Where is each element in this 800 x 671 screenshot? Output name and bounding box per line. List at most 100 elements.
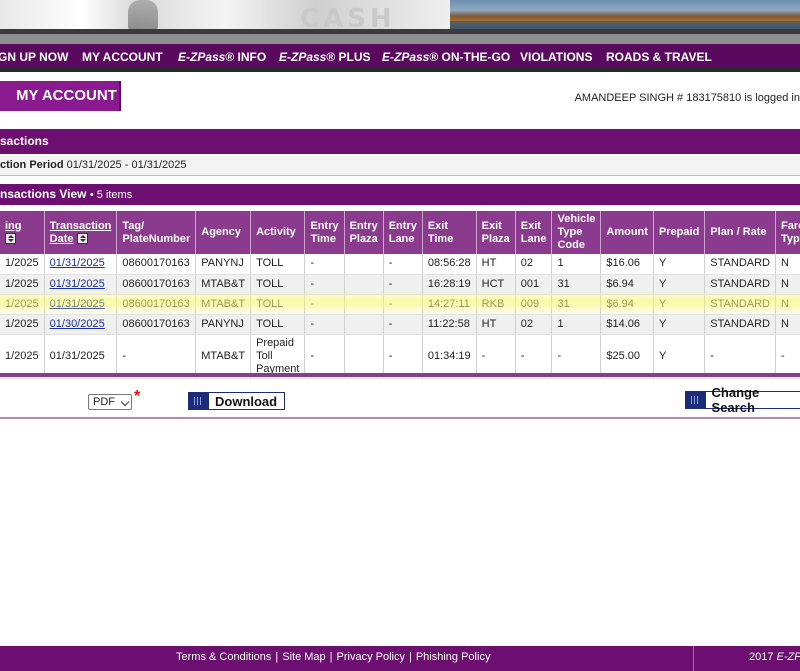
transactions-view-header: nsactions View • 5 items <box>0 184 800 205</box>
cell: TOLL <box>250 254 306 275</box>
cell: Prepaid Toll Payment <box>250 334 306 379</box>
transaction-period: ction Period 01/31/2025 - 01/31/2025 <box>0 156 800 176</box>
cell: STANDARD <box>704 274 776 295</box>
col-entry-lane: Entry Lane <box>383 211 423 254</box>
item-count: • 5 items <box>89 189 133 201</box>
table-row: 1/2025 01/31/2025 - MTAB&T Prepaid Toll … <box>0 334 800 379</box>
format-select[interactable]: PDF <box>88 394 132 410</box>
transaction-date-link[interactable]: 01/31/2025 <box>50 278 105 290</box>
cell: 08:56:28 <box>422 254 477 275</box>
cell: PANYNJ <box>195 314 252 335</box>
cell: N <box>775 294 800 315</box>
cell: - <box>383 294 423 315</box>
nav-ezpass-info[interactable]: E-ZPass® INFO <box>178 50 266 64</box>
cell: 01/31/2025 <box>44 334 118 379</box>
cell: TOLL <box>250 294 306 315</box>
table-row: 1/2025 01/30/2025 08600170163 PANYNJ TOL… <box>0 314 800 335</box>
cell: 02 <box>515 254 553 275</box>
cell: - <box>704 334 776 379</box>
cell: - <box>383 334 423 379</box>
nav-underline <box>0 68 800 72</box>
cell: 14:27:11 <box>422 294 477 315</box>
cell: 31 <box>551 274 602 295</box>
cell: 1/2025 <box>0 294 45 315</box>
cell: 001 <box>515 274 553 295</box>
cell: 08600170163 <box>116 294 197 315</box>
cell: 31 <box>551 294 602 315</box>
cell: STANDARD <box>704 314 776 335</box>
col-fare-type: Fare Type <box>775 211 800 254</box>
cell: - <box>383 254 423 275</box>
footer-link-sitemap[interactable]: Site Map <box>282 651 325 663</box>
cell: $6.94 <box>600 274 654 295</box>
cell: - <box>304 294 345 315</box>
table-row: 1/2025 01/31/2025 08600170163 MTAB&T TOL… <box>0 294 800 315</box>
transaction-date-link[interactable]: 01/31/2025 <box>50 298 105 310</box>
download-button[interactable]: Download <box>188 392 285 410</box>
nav-violations[interactable]: VIOLATIONS <box>520 50 592 64</box>
cell: 01/31/2025 <box>44 274 118 295</box>
table-row: 1/2025 01/31/2025 08600170163 MTAB&T TOL… <box>0 274 800 295</box>
banner-photo <box>450 0 800 29</box>
cell <box>344 294 384 315</box>
cell: $16.06 <box>600 254 654 275</box>
search-icon <box>686 392 706 408</box>
cell: 01/31/2025 <box>44 294 118 315</box>
main-nav: GN UP NOW MY ACCOUNT E-ZPass® INFO E-ZPa… <box>0 44 800 68</box>
nav-ezpass-plus[interactable]: E-ZPass® PLUS <box>279 50 371 64</box>
cell: 11:22:58 <box>422 314 477 335</box>
sort-icon[interactable] <box>76 233 88 245</box>
footer-link-privacy[interactable]: Privacy Policy <box>337 651 405 663</box>
footer-divider <box>693 646 694 671</box>
transactions-table: ing Transaction Date Tag/ PlateNumber Ag… <box>0 211 800 379</box>
cell: - <box>775 334 800 379</box>
cell: - <box>383 314 423 335</box>
cell: MTAB&T <box>195 334 252 379</box>
nav-roads-travel[interactable]: ROADS & TRAVEL <box>606 50 712 64</box>
nav-ezpass-on-the-go[interactable]: E-ZPass® ON-THE-GO <box>382 50 510 64</box>
footer-link-phishing[interactable]: Phishing Policy <box>416 651 491 663</box>
col-vehicle-type: Vehicle Type Code <box>551 211 602 254</box>
cell: 1/2025 <box>0 254 45 275</box>
col-plan-rate: Plan / Rate <box>704 211 776 254</box>
change-search-button[interactable]: Change Search <box>685 385 800 415</box>
transactions-header: sactions <box>0 129 800 154</box>
cell: - <box>551 334 602 379</box>
cell: 08600170163 <box>116 254 197 275</box>
transaction-date-link[interactable]: 01/30/2025 <box>50 318 105 330</box>
sort-icon[interactable] <box>5 233 16 245</box>
cell <box>344 314 384 335</box>
cell <box>344 274 384 295</box>
footer-link-terms[interactable]: Terms & Conditions <box>176 651 271 663</box>
col-prepaid: Prepaid <box>653 211 706 254</box>
transaction-date-link[interactable]: 01/31/2025 <box>50 257 105 269</box>
cell: TOLL <box>250 314 306 335</box>
cell: 01/30/2025 <box>44 314 118 335</box>
col-exit-plaza: Exit Plaza <box>476 211 516 254</box>
cell: 1 <box>551 254 602 275</box>
cell: RKB <box>476 294 516 315</box>
cell: Y <box>653 254 706 275</box>
period-label: ction Period <box>0 159 64 171</box>
cell: TOLL <box>250 274 306 295</box>
cell: 08600170163 <box>116 274 197 295</box>
cell <box>344 334 384 379</box>
col-exit-time: Exit Time <box>422 211 477 254</box>
my-account-tab: MY ACCOUNT <box>0 81 121 111</box>
nav-sign-up[interactable]: GN UP NOW <box>0 50 68 64</box>
cell: - <box>304 334 345 379</box>
col-transaction-date[interactable]: Transaction Date <box>44 211 118 254</box>
cell: N <box>775 314 800 335</box>
logged-in-status: AMANDEEP SINGH # 183175810 is logged in <box>574 92 800 104</box>
col-posting[interactable]: ing <box>0 211 45 254</box>
cell: 01:34:19 <box>422 334 477 379</box>
nav-my-account[interactable]: MY ACCOUNT <box>82 50 163 64</box>
cell: $25.00 <box>600 334 654 379</box>
col-agency: Agency <box>195 211 252 254</box>
cell: 1/2025 <box>0 274 45 295</box>
cell: HT <box>476 254 516 275</box>
download-icon <box>189 393 209 409</box>
table-row: 1/2025 01/31/2025 08600170163 PANYNJ TOL… <box>0 254 800 275</box>
cell: - <box>304 254 345 275</box>
cell: - <box>476 334 516 379</box>
